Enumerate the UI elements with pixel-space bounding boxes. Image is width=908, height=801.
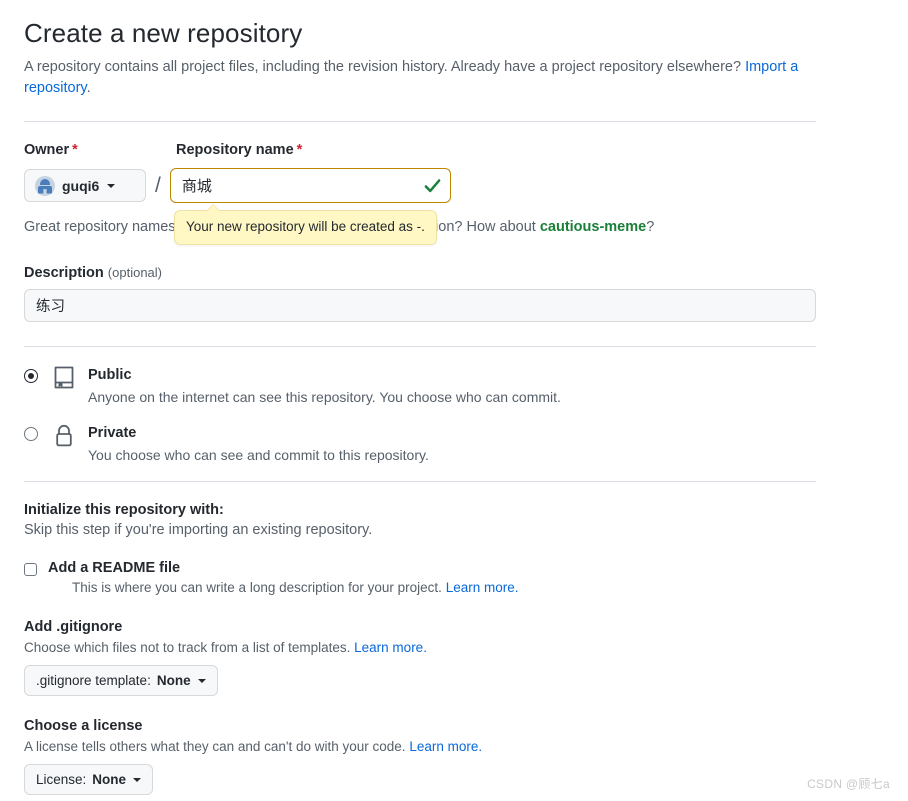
radio-public[interactable] — [24, 369, 38, 383]
lock-icon — [52, 423, 76, 449]
owner-name: guqi6 — [62, 177, 100, 194]
owner-name-separator: / — [155, 173, 161, 197]
page-title: Create a new repository — [24, 18, 303, 48]
description-optional-note: (optional) — [107, 265, 162, 280]
create-repository-page: Create a new repository A repository con… — [0, 0, 908, 801]
readme-help: This is where you can write a long descr… — [72, 580, 816, 595]
license-learn-more-link[interactable]: Learn more. — [409, 739, 482, 754]
readme-checkbox-row[interactable]: Add a README file — [24, 560, 816, 576]
readme-label: Add a README file — [48, 560, 181, 576]
form-container: Create a new repository A repository con… — [0, 0, 840, 795]
divider-top — [24, 121, 816, 122]
visibility-private-description: You choose who can see and commit to thi… — [88, 447, 429, 463]
repo-name-label: Repository name — [176, 142, 294, 158]
visibility-public-description: Anyone on the internet can see this repo… — [88, 389, 561, 405]
owner-name-labels: Owner * Repository name * — [24, 142, 816, 158]
gitignore-title: Add .gitignore — [24, 619, 123, 635]
license-section: Choose a license A license tells others … — [24, 718, 816, 795]
visibility-private-text: Private You choose who can see and commi… — [88, 423, 429, 465]
license-dropdown-value: None — [92, 772, 127, 787]
visibility-option-private[interactable]: Private You choose who can see and commi… — [24, 423, 816, 465]
divider-visibility — [24, 346, 816, 347]
initialize-title: Initialize this repository with: — [24, 502, 224, 518]
owner-label-group: Owner * — [24, 142, 176, 158]
gitignore-dropdown-prefix: .gitignore template: — [36, 673, 151, 688]
check-icon — [423, 176, 442, 195]
repo-name-label-group: Repository name * — [176, 142, 302, 158]
csdn-watermark: CSDN @顾七a — [807, 777, 890, 791]
owner-label: Owner — [24, 142, 70, 158]
page-subtitle: A repository contains all project files,… — [24, 57, 816, 99]
suggested-name-link[interactable]: cautious-meme — [540, 219, 646, 235]
description-label-group: Description (optional) — [24, 265, 816, 281]
readme-learn-more-link[interactable]: Learn more. — [446, 580, 519, 595]
license-title: Choose a license — [24, 718, 143, 734]
visibility-group: Public Anyone on the internet can see th… — [24, 365, 816, 465]
avatar — [35, 175, 55, 196]
radio-private[interactable] — [24, 427, 38, 441]
gitignore-learn-more-link[interactable]: Learn more. — [354, 640, 427, 655]
page-subtitle-text: A repository contains all project files,… — [24, 59, 742, 75]
readme-checkbox[interactable] — [24, 563, 37, 576]
license-subtitle: A license tells others what they can and… — [24, 739, 816, 754]
repo-name-helper: Great repository names are short and mem… — [24, 204, 816, 245]
owner-required-mark: * — [72, 142, 78, 158]
visibility-public-title: Public — [88, 367, 132, 383]
repo-name-helper-suffix: ? — [646, 219, 655, 235]
chevron-down-icon — [133, 777, 142, 782]
owner-select-button[interactable]: guqi6 — [24, 169, 146, 202]
repo-book-icon — [52, 365, 76, 391]
owner-name-row: guqi6 / — [24, 168, 816, 203]
visibility-private-title: Private — [88, 425, 137, 441]
divider-initialize — [24, 481, 816, 482]
gitignore-dropdown-value: None — [156, 673, 191, 688]
repo-name-required-mark: * — [296, 142, 303, 158]
page-subtitle-period: . — [86, 80, 91, 96]
description-label: Description — [24, 265, 104, 281]
license-subtitle-text: A license tells others what they can and… — [24, 739, 406, 754]
gitignore-template-dropdown[interactable]: .gitignore template: None — [24, 665, 218, 696]
gitignore-section: Add .gitignore Choose which files not to… — [24, 619, 816, 696]
chevron-down-icon — [107, 183, 116, 188]
readme-help-text: This is where you can write a long descr… — [72, 580, 442, 595]
description-input[interactable] — [24, 289, 816, 322]
repo-name-input-wrapper — [169, 168, 451, 203]
repo-name-input[interactable] — [169, 168, 451, 203]
visibility-option-public[interactable]: Public Anyone on the internet can see th… — [24, 365, 816, 407]
chevron-down-icon — [197, 678, 206, 683]
visibility-public-text: Public Anyone on the internet can see th… — [88, 365, 561, 407]
initialize-subtitle: Skip this step if you're importing an ex… — [24, 522, 373, 538]
license-dropdown[interactable]: License: None — [24, 764, 154, 795]
repo-name-tooltip: Your new repository will be created as -… — [174, 204, 437, 245]
gitignore-subtitle: Choose which files not to track from a l… — [24, 640, 816, 655]
gitignore-subtitle-text: Choose which files not to track from a l… — [24, 640, 351, 655]
license-dropdown-prefix: License: — [36, 772, 87, 787]
